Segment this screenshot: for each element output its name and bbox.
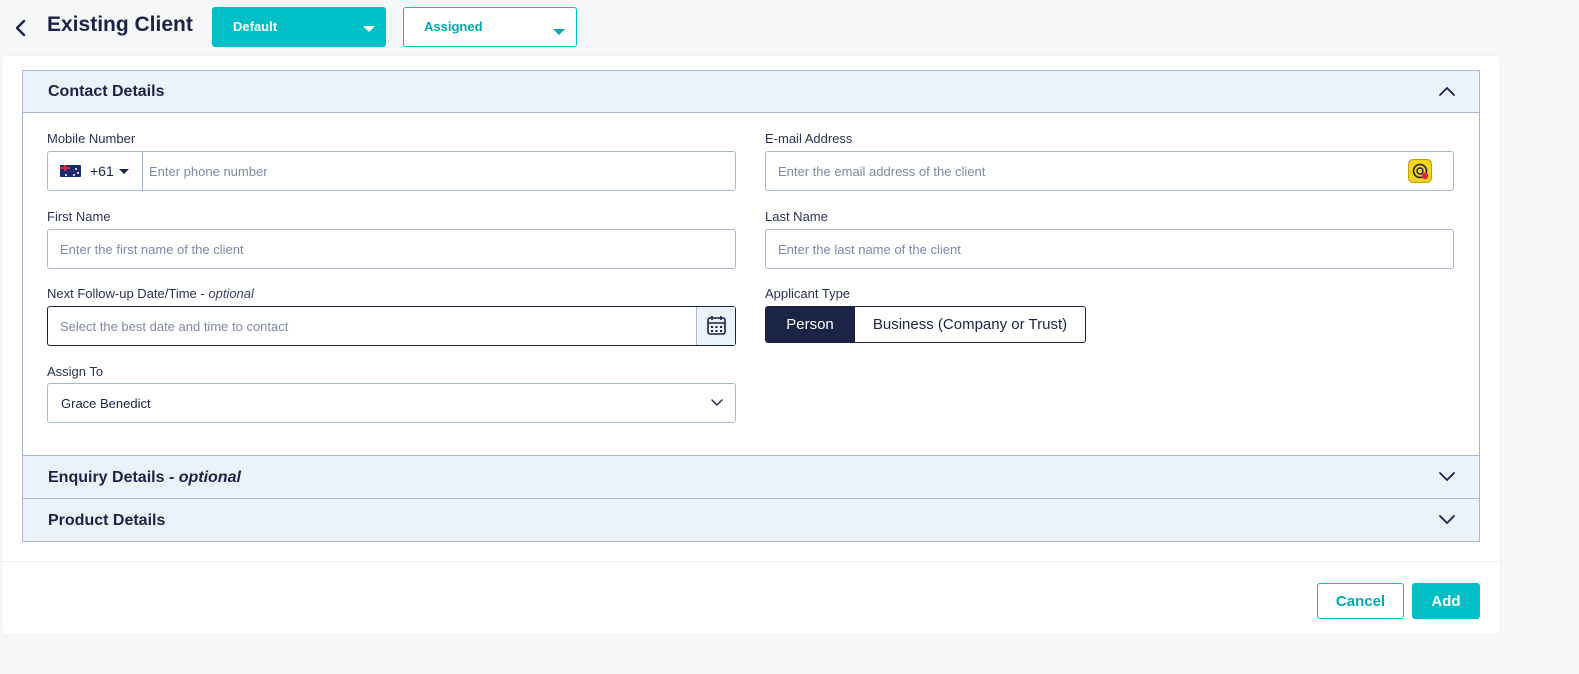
enquiry-details-title: Enquiry Details - optional <box>48 469 241 487</box>
assign-to-value: Grace Benedict <box>61 396 151 411</box>
cancel-button[interactable]: Cancel <box>1317 583 1404 619</box>
follow-up-field <box>47 306 736 346</box>
dial-code: +61 <box>90 163 114 179</box>
follow-up-optional-text: optional <box>208 286 254 301</box>
calendar-button[interactable] <box>696 307 735 345</box>
contact-details-header[interactable]: Contact Details <box>22 70 1480 113</box>
applicant-type-toggle: Person Business (Company or Trust) <box>765 306 1086 343</box>
product-details-title: Product Details <box>48 512 166 529</box>
extension-badge-icon <box>1412 163 1429 180</box>
country-code-selector[interactable]: +61 <box>48 152 143 190</box>
page-title: Existing Client <box>47 13 193 36</box>
template-dropdown-label: Default <box>233 19 278 34</box>
enquiry-details-optional-text: - optional <box>168 469 241 486</box>
last-name-label: Last Name <box>765 209 828 224</box>
mobile-number-field: +61 <box>47 151 736 191</box>
chevron-down-icon <box>711 399 723 406</box>
browser-extension-icon[interactable] <box>1408 159 1432 183</box>
first-name-label: First Name <box>47 209 111 224</box>
follow-up-input[interactable] <box>60 307 690 345</box>
first-name-field <box>47 229 736 269</box>
email-field <box>765 151 1454 191</box>
assign-to-select[interactable]: Grace Benedict <box>47 383 736 423</box>
back-button[interactable] <box>10 14 32 42</box>
template-dropdown[interactable]: Default <box>212 7 386 47</box>
email-input[interactable] <box>778 152 1398 190</box>
top-bar: Existing Client Default Assigned <box>0 0 1579 56</box>
mobile-number-label: Mobile Number <box>47 131 136 146</box>
follow-up-label-text: Next Follow-up Date/Time - <box>47 286 205 301</box>
caret-down-icon <box>363 26 375 32</box>
contact-details-title: Contact Details <box>48 83 165 100</box>
australia-flag-icon <box>60 165 81 177</box>
enquiry-details-title-text: Enquiry Details <box>48 469 165 486</box>
caret-down-icon <box>553 29 565 35</box>
phone-input[interactable] <box>149 152 729 190</box>
chevron-left-icon <box>15 19 26 37</box>
applicant-type-label: Applicant Type <box>765 286 851 301</box>
status-dropdown[interactable]: Assigned <box>403 7 577 47</box>
last-name-field <box>765 229 1454 269</box>
chevron-down-icon <box>1439 472 1455 481</box>
add-button[interactable]: Add <box>1412 583 1480 619</box>
last-name-input[interactable] <box>778 230 1438 268</box>
follow-up-label: Next Follow-up Date/Time - optional <box>47 286 254 301</box>
chevron-down-icon <box>1439 515 1455 524</box>
footer-divider <box>2 561 1500 562</box>
assign-to-label: Assign To <box>47 364 104 379</box>
first-name-input[interactable] <box>60 230 720 268</box>
applicant-type-business[interactable]: Business (Company or Trust) <box>854 307 1085 342</box>
product-details-header[interactable]: Product Details <box>22 498 1480 542</box>
caret-down-icon <box>119 169 129 174</box>
status-dropdown-label: Assigned <box>424 19 483 34</box>
chevron-up-icon <box>1439 87 1455 96</box>
applicant-type-person[interactable]: Person <box>766 307 854 342</box>
email-label: E-mail Address <box>765 131 853 146</box>
calendar-icon <box>707 316 726 335</box>
enquiry-details-header[interactable]: Enquiry Details - optional <box>22 455 1480 499</box>
